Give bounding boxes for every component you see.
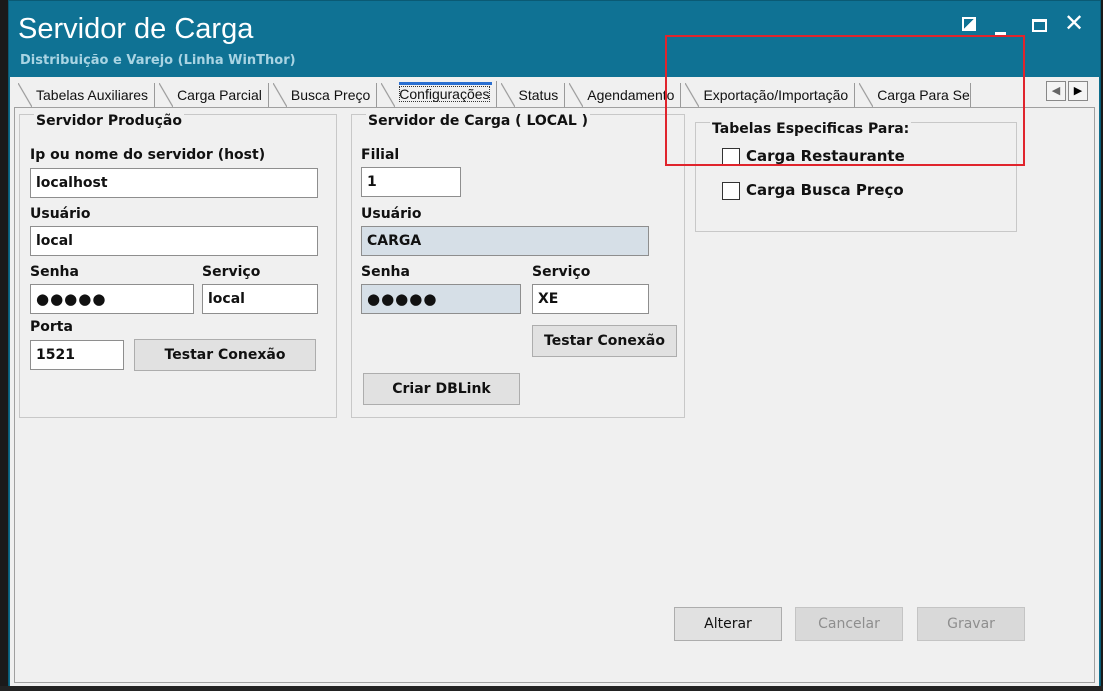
tab-label: Tabelas Auxiliares xyxy=(36,87,149,103)
tab-label: Carga Parcial xyxy=(177,87,262,103)
close-icon[interactable]: ✕ xyxy=(1064,11,1084,35)
tab-agendamento[interactable]: Agendamento xyxy=(565,83,682,107)
testar-conexao-producao-button[interactable]: Testar Conexão xyxy=(134,339,316,371)
host-input[interactable]: localhost xyxy=(30,168,318,198)
gravar-button[interactable]: Gravar xyxy=(917,607,1025,641)
carga-busca-preco-checkbox[interactable] xyxy=(722,182,740,200)
restore-window-icon[interactable] xyxy=(962,17,976,31)
senha-label: Senha xyxy=(30,264,79,280)
background-strip xyxy=(0,686,1103,691)
client-area: Tabelas Auxiliares Carga Parcial Busca P… xyxy=(10,77,1099,687)
porta-label: Porta xyxy=(30,319,73,335)
highlight-annotation-box xyxy=(665,35,1025,166)
senha-input[interactable]: ●●●●● xyxy=(30,284,194,314)
tab-scroll-left-button[interactable]: ◀ xyxy=(1046,81,1066,101)
group-title-carga: Servidor de Carga ( LOCAL ) xyxy=(366,113,591,129)
group-servidor-producao: Servidor Produção Ip ou nome do servidor… xyxy=(19,113,337,418)
servico-input[interactable]: local xyxy=(202,284,318,314)
carga-busca-preco-label[interactable]: Carga Busca Preço xyxy=(746,181,904,199)
cancelar-button[interactable]: Cancelar xyxy=(795,607,903,641)
carga-servico-label: Serviço xyxy=(532,264,591,280)
tab-carga-parcial[interactable]: Carga Parcial xyxy=(155,83,269,107)
group-servidor-carga: Servidor de Carga ( LOCAL ) Filial 1 Usu… xyxy=(351,113,685,418)
filial-label: Filial xyxy=(361,147,400,163)
carga-usuario-input[interactable]: CARGA xyxy=(361,226,649,256)
tab-page-configuracoes: Servidor Produção Ip ou nome do servidor… xyxy=(14,107,1095,683)
usuario-label: Usuário xyxy=(30,206,91,222)
maximize-icon[interactable] xyxy=(1032,19,1047,32)
tab-label: Agendamento xyxy=(587,87,675,103)
tab-busca-preco[interactable]: Busca Preço xyxy=(268,83,378,107)
alterar-button[interactable]: Alterar xyxy=(674,607,782,641)
porta-input[interactable]: 1521 xyxy=(30,340,124,370)
tab-label: Status xyxy=(518,87,559,103)
carga-senha-label: Senha xyxy=(361,264,410,280)
window-title: Servidor de Carga xyxy=(18,13,254,45)
tab-label: Busca Preço xyxy=(290,87,371,103)
usuario-input[interactable]: local xyxy=(30,226,318,256)
testar-conexao-carga-button[interactable]: Testar Conexão xyxy=(532,325,677,357)
tab-configuracoes[interactable]: Configurações xyxy=(377,81,497,107)
host-label: Ip ou nome do servidor (host) xyxy=(30,147,266,163)
servico-label: Serviço xyxy=(202,264,261,280)
window-subtitle: Distribuição e Varejo (Linha WinThor) xyxy=(20,53,296,68)
tab-label: Configurações xyxy=(399,86,490,102)
tab-tabelas-auxiliares[interactable]: Tabelas Auxiliares xyxy=(14,83,156,107)
carga-senha-input[interactable]: ●●●●● xyxy=(361,284,521,314)
group-title-producao: Servidor Produção xyxy=(34,113,184,129)
tab-scroll-right-button[interactable]: ▶ xyxy=(1068,81,1088,101)
filial-input[interactable]: 1 xyxy=(361,167,461,197)
tab-status[interactable]: Status xyxy=(496,83,566,107)
carga-usuario-label: Usuário xyxy=(361,206,422,222)
criar-dblink-button[interactable]: Criar DBLink xyxy=(363,373,520,405)
carga-servico-input[interactable]: XE xyxy=(532,284,649,314)
